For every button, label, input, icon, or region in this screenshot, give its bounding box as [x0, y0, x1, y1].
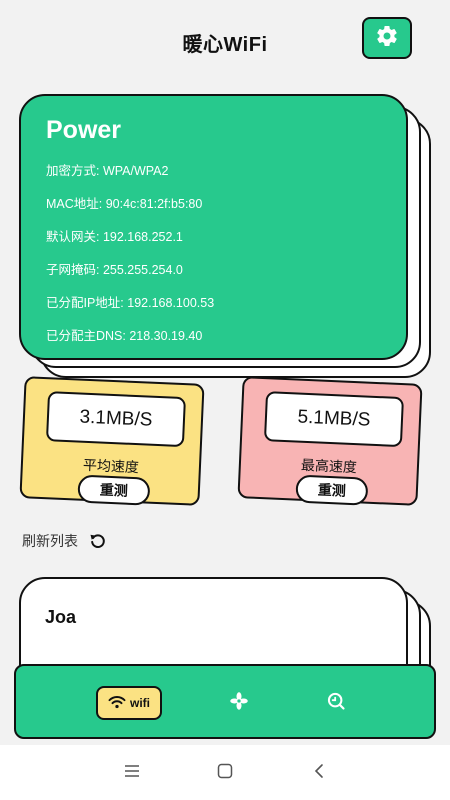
refresh-list-button[interactable]: 刷新列表: [22, 531, 108, 551]
list-item-name: Joa: [45, 607, 77, 627]
max-speed-value: 5.1MB/S: [263, 391, 404, 448]
mac-address-row: MAC地址: 90:4c:81:2f:b5:80: [46, 197, 203, 211]
ip-address-row: 已分配IP地址: 192.168.100.53: [46, 296, 215, 310]
average-retest-button[interactable]: 重测: [77, 474, 151, 506]
home-icon: [217, 763, 233, 784]
tab-fan[interactable]: [228, 691, 250, 716]
menu-icon: [124, 764, 140, 783]
network-info-card[interactable]: Power 加密方式: WPA/WPA2 MAC地址: 90:4c:81:2f:…: [19, 94, 408, 360]
encryption-row: 加密方式: WPA/WPA2: [46, 164, 169, 178]
gear-icon: [375, 24, 399, 53]
average-speed-card: 3.1MB/S 平均速度 重测: [19, 376, 205, 506]
tab-wifi-label: wifi: [130, 696, 150, 710]
subnet-mask-row: 子网掩码: 255.255.254.0: [46, 263, 183, 277]
average-speed-value: 3.1MB/S: [45, 391, 186, 448]
back-icon: [313, 763, 325, 784]
dns-row: 已分配主DNS: 218.30.19.40: [46, 329, 203, 343]
search-speed-icon: [326, 691, 346, 716]
system-menu-button[interactable]: [122, 763, 142, 783]
refresh-icon: [88, 531, 108, 551]
wifi-icon: [108, 694, 126, 713]
system-nav-bar: [0, 745, 450, 800]
system-home-button[interactable]: [215, 763, 235, 783]
app-header: 暖心WiFi: [0, 0, 450, 80]
settings-button[interactable]: [362, 17, 412, 59]
gateway-row: 默认网关: 192.168.252.1: [46, 230, 183, 244]
fan-icon: [229, 691, 249, 716]
network-name: Power: [46, 116, 122, 144]
bottom-nav: wifi: [14, 664, 436, 739]
system-back-button[interactable]: [309, 763, 329, 783]
tab-speed-test[interactable]: [325, 692, 347, 714]
tab-wifi[interactable]: wifi: [96, 686, 162, 720]
max-speed-card: 5.1MB/S 最高速度 重测: [237, 376, 423, 506]
refresh-list-label: 刷新列表: [22, 533, 78, 549]
max-retest-button[interactable]: 重测: [295, 474, 369, 506]
